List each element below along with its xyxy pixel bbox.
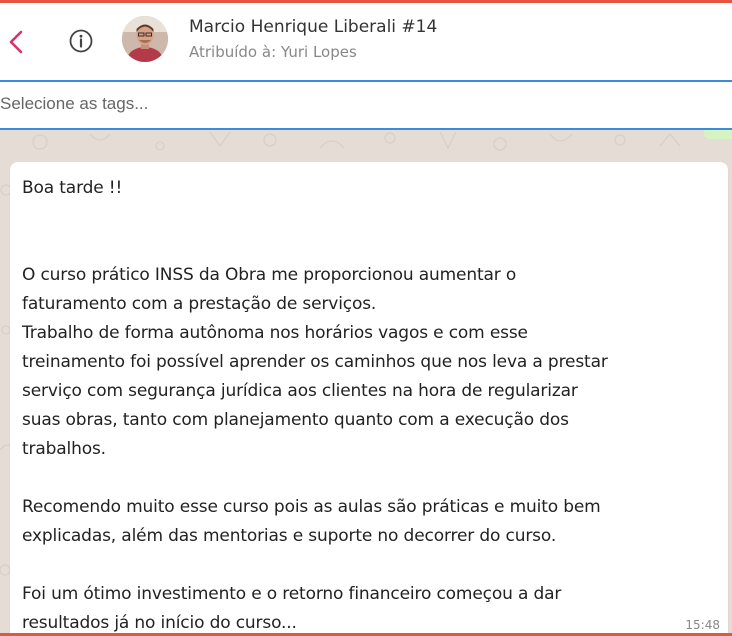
message-text: Boa tarde !! O curso prático INSS da Obr…: [22, 178, 608, 633]
info-button[interactable]: [69, 29, 93, 53]
previous-message-edge: [704, 130, 732, 139]
message-timestamp: 15:48: [685, 618, 720, 632]
assigned-agent: Atribuído à: Yuri Lopes: [189, 43, 357, 61]
contact-avatar[interactable]: [122, 16, 168, 62]
chat-area[interactable]: Boa tarde !! O curso prático INSS da Obr…: [0, 130, 732, 636]
chevron-left-icon: [9, 30, 23, 54]
tags-selector[interactable]: [0, 82, 732, 130]
message-bubble[interactable]: Boa tarde !! O curso prático INSS da Obr…: [10, 162, 728, 636]
contact-name: Marcio Henrique Liberali #14: [189, 17, 438, 37]
tags-input[interactable]: [0, 82, 720, 126]
avatar-photo: [122, 16, 168, 62]
chat-header: Marcio Henrique Liberali #14 Atribuído à…: [0, 3, 732, 82]
info-circle-icon: [69, 29, 93, 53]
back-button[interactable]: [4, 25, 28, 59]
